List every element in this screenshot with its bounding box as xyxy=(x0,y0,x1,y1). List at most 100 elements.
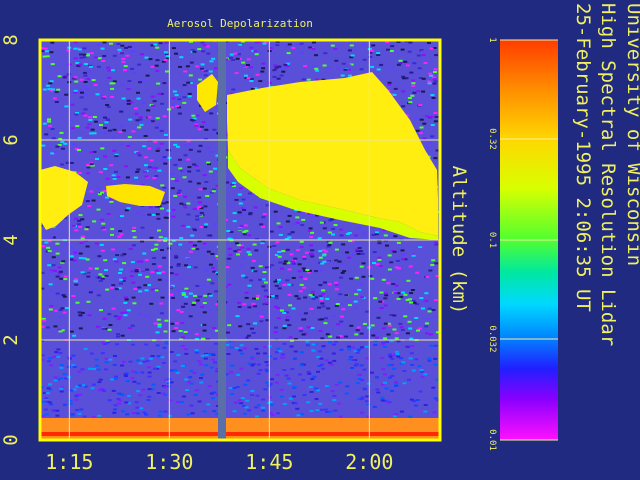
speckle xyxy=(178,65,183,68)
speckle xyxy=(231,59,236,61)
speckle xyxy=(387,81,392,84)
speckle xyxy=(144,156,149,159)
speckle xyxy=(163,330,168,333)
speckle xyxy=(291,395,296,398)
speckle xyxy=(238,228,242,231)
speckle xyxy=(153,247,158,250)
speckle xyxy=(319,408,324,411)
speckle xyxy=(347,348,352,351)
speckle xyxy=(344,392,349,395)
speckle xyxy=(79,242,84,244)
speckle xyxy=(193,229,197,232)
speckle xyxy=(123,65,128,68)
speckle xyxy=(143,135,148,137)
speckle xyxy=(230,364,235,367)
speckle xyxy=(155,331,160,334)
speckle xyxy=(311,349,316,352)
speckle xyxy=(79,96,84,99)
speckle xyxy=(186,257,191,260)
speckle xyxy=(401,291,405,294)
x-tick-label: 1:30 xyxy=(145,450,193,474)
speckle xyxy=(209,60,214,63)
speckle xyxy=(186,140,191,143)
speckle xyxy=(86,275,91,278)
speckle xyxy=(278,312,282,315)
speckle xyxy=(157,169,162,172)
speckle xyxy=(331,227,336,230)
speckle xyxy=(296,297,301,300)
speckle xyxy=(282,324,287,327)
speckle xyxy=(58,315,63,318)
speckle xyxy=(54,101,59,103)
speckle xyxy=(287,233,292,235)
speckle xyxy=(262,42,267,45)
speckle xyxy=(206,403,211,406)
speckle xyxy=(351,254,356,257)
speckle xyxy=(58,309,63,311)
speckle xyxy=(407,378,411,381)
speckle xyxy=(433,344,438,347)
speckle xyxy=(295,407,300,410)
speckle xyxy=(315,69,320,72)
speckle xyxy=(187,266,191,269)
speckle xyxy=(298,313,303,316)
speckle xyxy=(301,267,306,270)
speckle xyxy=(317,237,322,240)
speckle xyxy=(380,356,385,359)
speckle xyxy=(318,269,323,272)
speckle xyxy=(83,108,88,111)
speckle xyxy=(60,147,65,150)
speckle xyxy=(285,45,290,48)
speckle xyxy=(145,359,150,362)
speckle xyxy=(120,215,124,218)
speckle xyxy=(431,97,436,99)
speckle xyxy=(384,401,389,403)
speckle xyxy=(142,411,147,414)
speckle xyxy=(327,231,332,234)
speckle xyxy=(160,249,164,251)
speckle xyxy=(302,255,307,258)
speckle xyxy=(273,70,278,73)
speckle xyxy=(174,256,179,259)
speckle xyxy=(160,102,165,105)
y-tick-label: 6 xyxy=(0,134,22,145)
speckle xyxy=(282,262,287,265)
speckle xyxy=(55,409,60,412)
speckle xyxy=(427,307,432,310)
speckle xyxy=(142,170,147,173)
speckle xyxy=(234,198,239,201)
speckle xyxy=(75,409,79,411)
speckle xyxy=(241,336,246,339)
speckle xyxy=(241,65,246,67)
colorbar-tick-label: 1 xyxy=(487,37,497,42)
speckle xyxy=(362,232,367,235)
speckle xyxy=(281,67,286,70)
speckle xyxy=(102,55,107,57)
speckle xyxy=(357,374,361,377)
speckle xyxy=(410,289,415,291)
speckle xyxy=(163,213,168,216)
speckle xyxy=(244,291,249,294)
speckle xyxy=(422,137,427,140)
speckle xyxy=(322,227,327,230)
speckle xyxy=(170,296,175,299)
speckle xyxy=(111,307,116,310)
speckle xyxy=(277,250,282,253)
speckle xyxy=(146,366,151,369)
speckle xyxy=(261,406,265,409)
speckle xyxy=(170,106,175,109)
speckle xyxy=(278,350,283,353)
speckle xyxy=(226,353,231,355)
speckle xyxy=(349,356,354,358)
speckle xyxy=(421,90,426,93)
speckle xyxy=(83,81,88,83)
speckle xyxy=(251,302,256,305)
speckle xyxy=(160,356,165,359)
speckle xyxy=(189,119,194,121)
x-tick-label: 1:45 xyxy=(245,450,293,474)
speckle xyxy=(92,368,96,370)
speckle xyxy=(107,129,112,132)
speckle xyxy=(372,405,377,408)
speckle xyxy=(182,101,187,104)
speckle xyxy=(238,202,243,205)
